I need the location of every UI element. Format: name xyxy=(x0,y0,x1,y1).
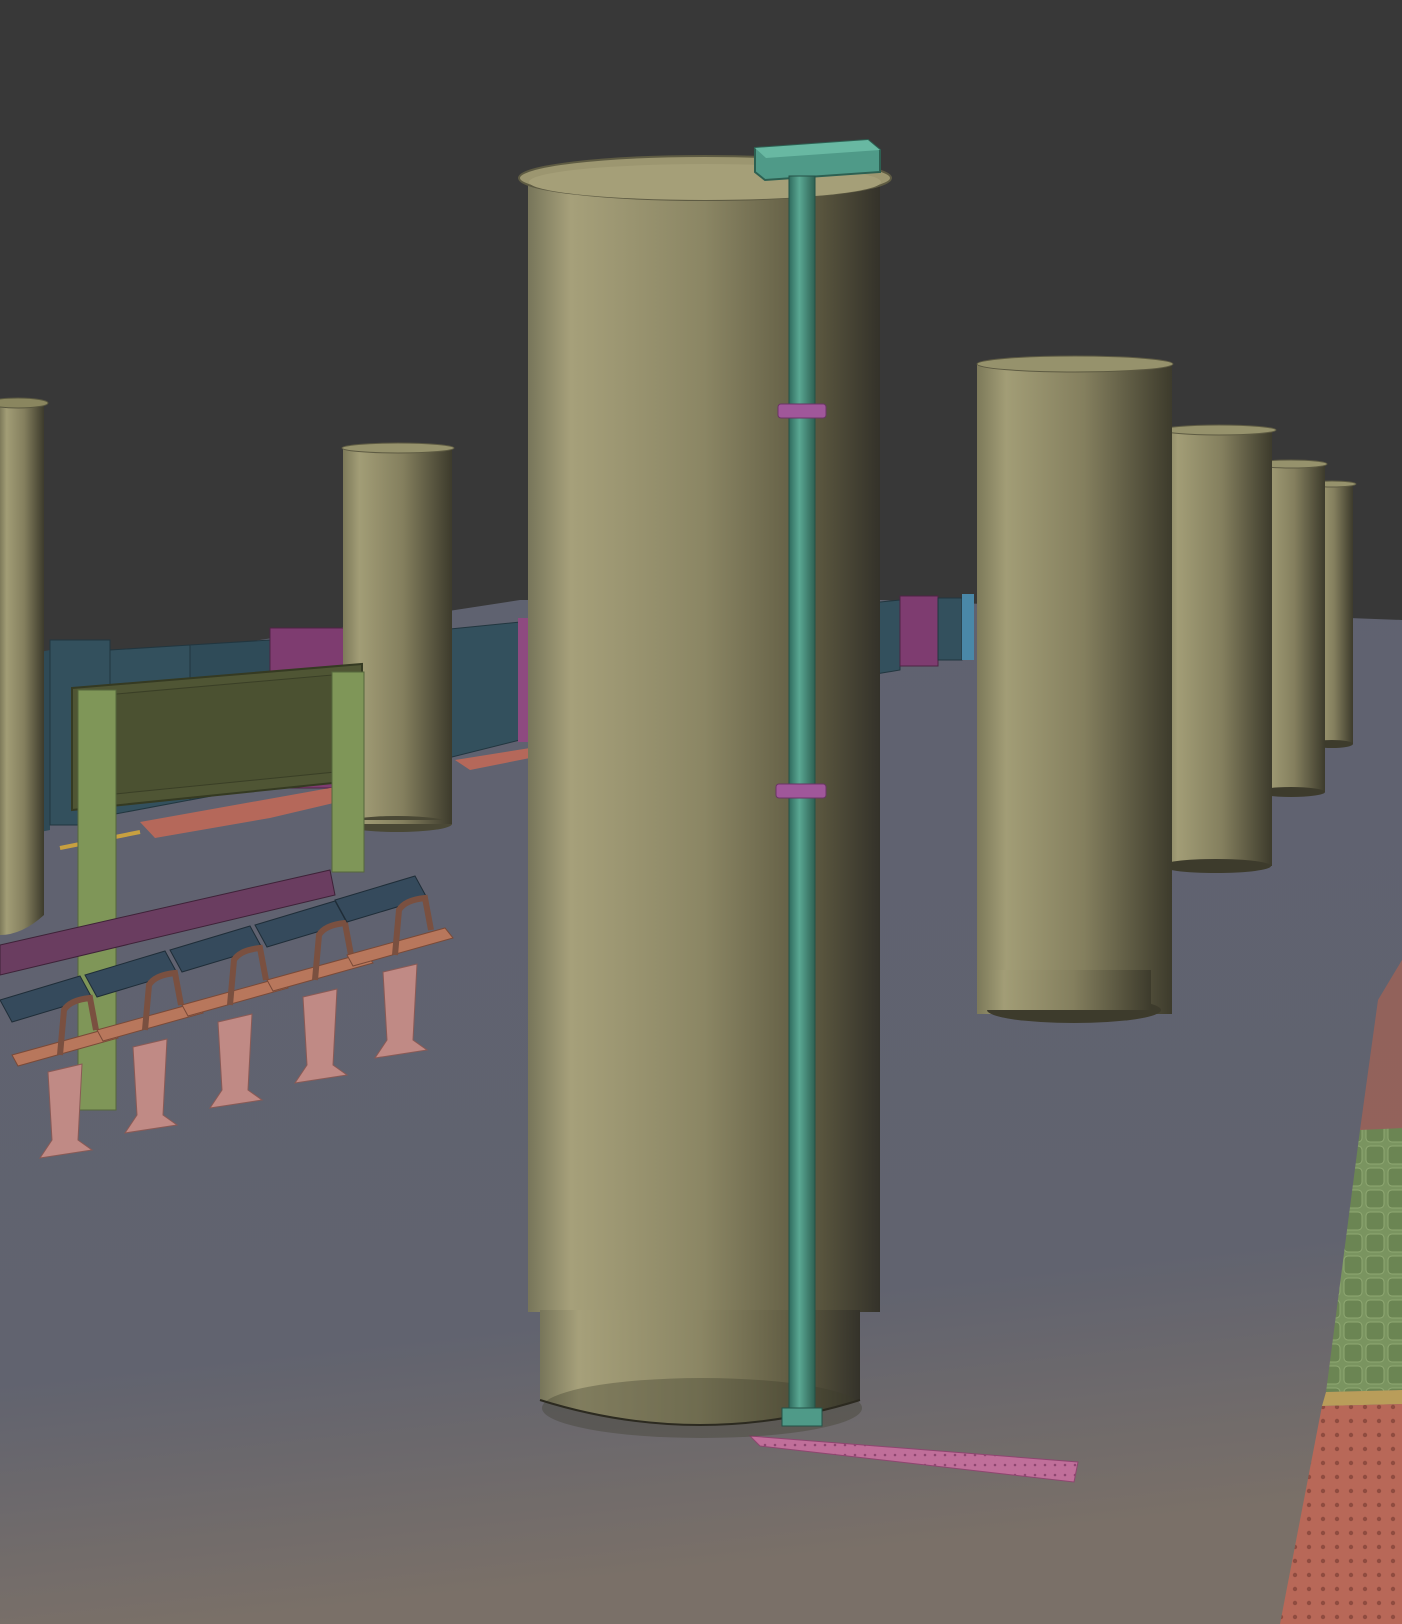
main-pillar xyxy=(518,155,892,1438)
locker-right xyxy=(899,595,939,667)
pipe-bracket-upper xyxy=(777,403,827,419)
pillar-far-left xyxy=(0,397,49,935)
pillar-right-2 xyxy=(1161,424,1277,873)
pipe-bracket-lower xyxy=(775,783,827,799)
sign-post-right xyxy=(331,671,365,873)
pillar-right-1 xyxy=(976,355,1174,1023)
station-platform-scene[interactable] xyxy=(0,0,1402,1624)
3d-viewport[interactable] xyxy=(0,0,1402,1624)
